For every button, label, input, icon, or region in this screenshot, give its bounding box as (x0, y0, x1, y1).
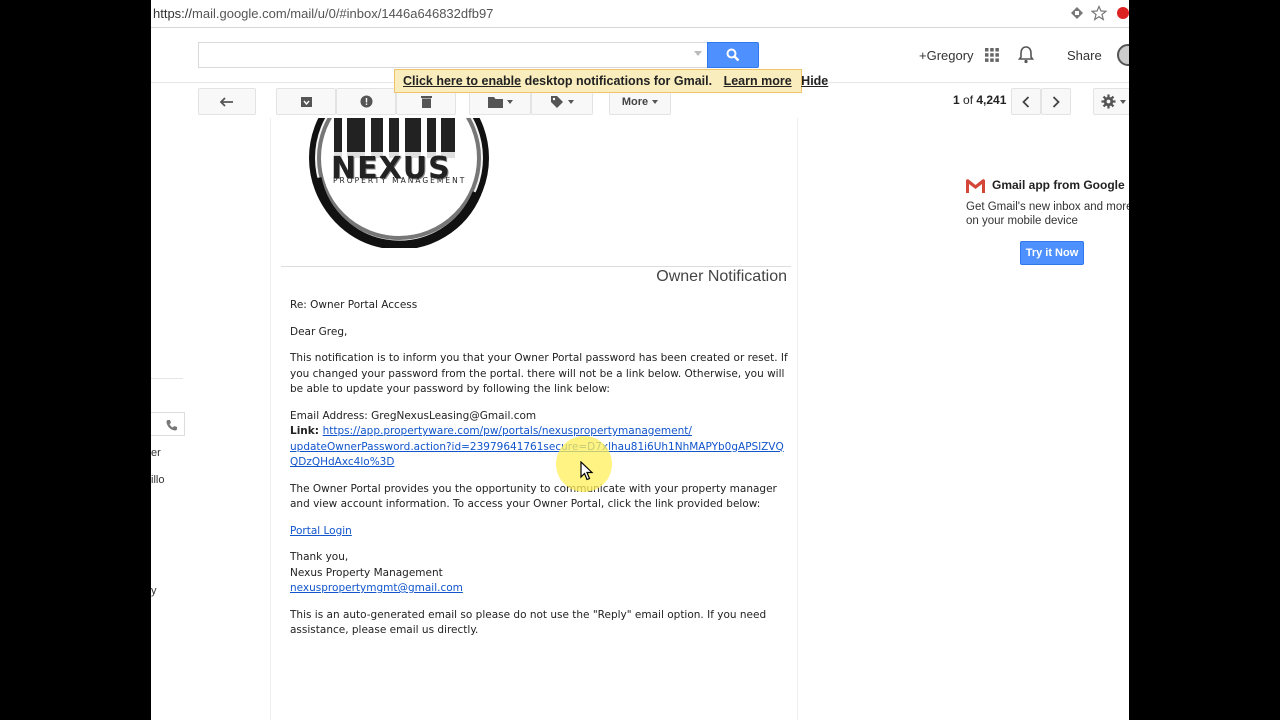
promo-title: Gmail app from Google (992, 178, 1125, 192)
search-button[interactable] (707, 42, 759, 68)
settings-caret-icon (1119, 99, 1126, 104)
reset-password-link-cont[interactable]: updateOwnerPassword.action?id=2397964176… (290, 441, 784, 453)
stop-icon[interactable] (1113, 5, 1129, 21)
email-body: Re: Owner Portal Access Dear Greg, This … (290, 298, 798, 650)
gmail-app-promo: Gmail app from Google Get Gmail's new in… (966, 178, 1129, 265)
older-button[interactable] (1041, 88, 1071, 115)
notification-text: desktop notifications for Gmail. (521, 74, 713, 88)
email-message: NEXUS PROPERTY MANAGEMENT Owner Notifica… (270, 118, 798, 720)
reset-password-link-end[interactable]: QDzQHdAxc4lo%3D (290, 456, 394, 468)
archive-button[interactable] (276, 88, 336, 115)
archive-icon (300, 96, 312, 107)
header-divider (281, 266, 791, 267)
phone-icon[interactable] (166, 419, 178, 431)
spam-icon (360, 95, 372, 108)
pagination-text: 1 of 4,241 (953, 93, 1006, 107)
learn-more-link[interactable]: Learn more (724, 74, 792, 88)
credentials-block: Email Address: GregNexusLeasing@Gmail.co… (290, 409, 798, 471)
pager-of: of (959, 93, 977, 107)
avatar[interactable] (1117, 44, 1129, 66)
url-path: mail.google.com/mail/u/0/#inbox/1446a646… (192, 6, 494, 21)
back-button[interactable] (198, 88, 256, 115)
address-bar-icons (1069, 5, 1129, 21)
promo-description: Get Gmail's new inbox and more on your m… (966, 201, 1129, 227)
reset-password-link[interactable]: https://app.propertyware.com/pw/portals/… (323, 425, 692, 437)
notifications-bell-icon[interactable] (1018, 46, 1034, 64)
hide-link[interactable]: Hide (801, 74, 828, 88)
company-logo: NEXUS PROPERTY MANAGEMENT (287, 118, 513, 248)
mouse-cursor-icon (580, 461, 594, 481)
enable-notifications-link[interactable]: Click here to enable (403, 74, 521, 88)
thanks-text: Thank you, (290, 551, 349, 563)
search-icon (726, 48, 740, 62)
paragraph-1: This notification is to inform you that … (290, 352, 788, 395)
share-button[interactable]: Share (1067, 48, 1102, 63)
url-text[interactable]: https://mail.google.com/mail/u/0/#inbox/… (153, 6, 493, 21)
folder-icon (487, 96, 503, 108)
signature: Thank you, Nexus Property Management nex… (290, 550, 798, 597)
logo-subtext: PROPERTY MANAGEMENT (333, 176, 467, 185)
address-bar[interactable]: https://mail.google.com/mail/u/0/#inbox/… (151, 0, 1129, 28)
more-caret-icon (652, 99, 659, 104)
desktop-notification-banner: Click here to enable desktop notificatio… (394, 69, 828, 93)
try-it-now-button[interactable]: Try it Now (1020, 241, 1084, 265)
trash-icon (420, 96, 432, 108)
bookmark-star-icon[interactable] (1091, 5, 1107, 21)
contact-email-link[interactable]: nexuspropertymgmt@gmail.com (290, 582, 463, 594)
email-address-value: GregNexusLeasing@Gmail.com (371, 409, 537, 422)
sidebar-fragment: y (151, 585, 157, 597)
portal-login-link[interactable]: Portal Login (290, 525, 352, 537)
user-profile-link[interactable]: +Gregory (919, 48, 974, 63)
link-label: Link: (290, 425, 323, 437)
sidebar-fragment: er (151, 447, 161, 459)
url-scheme: https:// (153, 6, 193, 21)
chevron-right-icon (1052, 95, 1060, 108)
extension-icon[interactable] (1069, 5, 1085, 21)
email-address-label: Email Address: (290, 409, 372, 422)
gear-icon (1100, 94, 1116, 109)
re-line: Re: Owner Portal Access (290, 299, 418, 311)
sidebar-divider (151, 378, 183, 379)
newer-button[interactable] (1011, 88, 1041, 115)
settings-button[interactable] (1093, 88, 1129, 115)
apps-grid-icon[interactable] (984, 47, 1000, 63)
browser-window: https://mail.google.com/mail/u/0/#inbox/… (151, 0, 1129, 720)
pager-total: 4,241 (976, 93, 1007, 107)
paragraph-2: The Owner Portal provides you the opport… (290, 482, 777, 511)
paragraph-3: This is an auto-generated email so pleas… (290, 608, 767, 637)
pager-current: 1 (953, 93, 960, 107)
notification-heading: Owner Notification (656, 268, 787, 285)
greeting: Dear Greg, (290, 325, 348, 338)
more-label: More (621, 95, 649, 108)
back-arrow-icon (220, 96, 233, 107)
gmail-logo-icon (966, 179, 985, 193)
move-caret-icon (506, 99, 513, 104)
company-name: Nexus Property Management (290, 566, 443, 579)
chevron-left-icon (1022, 95, 1030, 108)
report-spam-button[interactable] (336, 88, 396, 115)
labels-caret-icon (568, 99, 574, 104)
search-options-caret-icon[interactable] (694, 51, 702, 56)
label-tag-icon (551, 95, 563, 108)
sidebar-fragment: illo (151, 474, 165, 486)
search-input[interactable] (198, 42, 708, 68)
hangouts-call-box[interactable] (151, 412, 185, 436)
